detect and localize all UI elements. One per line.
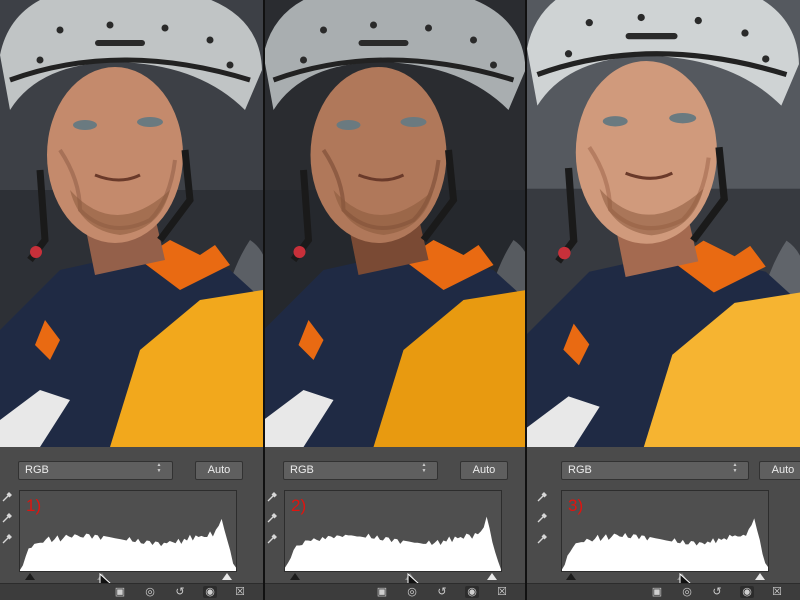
step-annotation: 3)	[568, 496, 584, 515]
visibility-eye-icon[interactable]: ◉	[740, 586, 754, 598]
channel-select-label: RGB	[25, 464, 49, 476]
reset-icon[interactable]: ↺	[173, 586, 187, 598]
delete-icon[interactable]: ☒	[495, 586, 509, 598]
levels-panel-1: RGB ▲▼ Auto 1) ▣ ◎ ↺ ◉ ☒	[0, 0, 263, 600]
channel-select-label: RGB	[290, 464, 314, 476]
select-arrows-icon: ▲▼	[156, 462, 162, 474]
kayaker-photo	[527, 0, 800, 447]
right-eye	[137, 117, 163, 127]
visibility-eye-icon[interactable]: ◉	[203, 586, 217, 598]
select-arrows-icon: ▲▼	[732, 462, 738, 474]
visibility-eye-icon[interactable]: ◉	[465, 586, 479, 598]
levels-properties: RGB ▲▼ Auto 1)	[0, 447, 263, 600]
channel-select-label: RGB	[568, 464, 592, 476]
white-point-eyedropper-icon[interactable]	[535, 533, 549, 547]
left-eye	[336, 120, 361, 130]
white-point-handle[interactable]	[487, 573, 498, 580]
channel-select[interactable]: RGB ▲▼	[18, 461, 173, 480]
input-levels-slider[interactable]	[19, 573, 237, 582]
kayaker-photo	[0, 0, 263, 447]
histogram: 1)	[19, 490, 237, 572]
clip-to-layer-icon[interactable]: ▣	[650, 586, 664, 598]
properties-bottom-bar: ▣ ◎ ↺ ◉ ☒	[0, 583, 263, 600]
black-point-eyedropper-icon[interactable]	[535, 491, 549, 505]
auto-button[interactable]: Auto	[460, 461, 508, 480]
delete-icon[interactable]: ☒	[233, 586, 247, 598]
gray-point-eyedropper-icon[interactable]	[265, 512, 279, 526]
left-eye	[73, 120, 97, 130]
histogram-graph	[562, 518, 768, 571]
input-levels-slider[interactable]	[561, 573, 769, 582]
levels-panel-3: RGB ▲▼ Auto 3) ▣ ◎ ↺ ◉ ☒	[527, 0, 800, 600]
step-annotation: 1)	[26, 496, 42, 515]
select-arrows-icon: ▲▼	[421, 462, 427, 474]
white-point-eyedropper-icon[interactable]	[265, 533, 279, 547]
histogram-graph	[20, 518, 236, 571]
auto-button[interactable]: Auto	[195, 461, 243, 480]
reset-icon[interactable]: ↺	[710, 586, 724, 598]
eyedropper-tools	[265, 491, 281, 554]
view-previous-state-icon[interactable]: ◎	[143, 586, 157, 598]
histogram: 2)	[284, 490, 502, 572]
black-point-eyedropper-icon[interactable]	[0, 491, 14, 505]
view-previous-state-icon[interactable]: ◎	[405, 586, 419, 598]
eyedropper-tools	[0, 491, 16, 554]
right-eye	[669, 112, 697, 124]
eyedropper-tools	[535, 491, 551, 554]
auto-button[interactable]: Auto	[759, 461, 800, 480]
view-previous-state-icon[interactable]: ◎	[680, 586, 694, 598]
histogram-graph	[285, 516, 501, 571]
step-annotation: 2)	[291, 496, 307, 515]
gray-point-eyedropper-icon[interactable]	[535, 512, 549, 526]
black-point-handle[interactable]	[24, 573, 35, 580]
clip-to-layer-icon[interactable]: ▣	[113, 586, 127, 598]
levels-properties: RGB ▲▼ Auto 3)	[527, 447, 800, 600]
levels-properties: RGB ▲▼ Auto 2)	[265, 447, 525, 600]
left-eye	[602, 116, 628, 127]
channel-select[interactable]: RGB ▲▼	[561, 461, 749, 480]
black-point-handle[interactable]	[289, 573, 300, 580]
black-point-handle[interactable]	[566, 573, 577, 580]
histogram: 3)	[561, 490, 769, 572]
white-point-handle[interactable]	[754, 573, 765, 580]
white-point-eyedropper-icon[interactable]	[0, 533, 14, 547]
delete-icon[interactable]: ☒	[770, 586, 784, 598]
kayaker-photo	[265, 0, 525, 447]
levels-panel-2: RGB ▲▼ Auto 2) ▣ ◎ ↺ ◉ ☒	[265, 0, 525, 600]
reset-icon[interactable]: ↺	[435, 586, 449, 598]
input-levels-slider[interactable]	[284, 573, 502, 582]
channel-select[interactable]: RGB ▲▼	[283, 461, 438, 480]
gray-point-eyedropper-icon[interactable]	[0, 512, 14, 526]
properties-bottom-bar: ▣ ◎ ↺ ◉ ☒	[265, 583, 525, 600]
right-eye	[400, 117, 427, 127]
clip-to-layer-icon[interactable]: ▣	[375, 586, 389, 598]
properties-bottom-bar: ▣ ◎ ↺ ◉ ☒	[527, 583, 800, 600]
black-point-eyedropper-icon[interactable]	[265, 491, 279, 505]
white-point-handle[interactable]	[222, 573, 233, 580]
